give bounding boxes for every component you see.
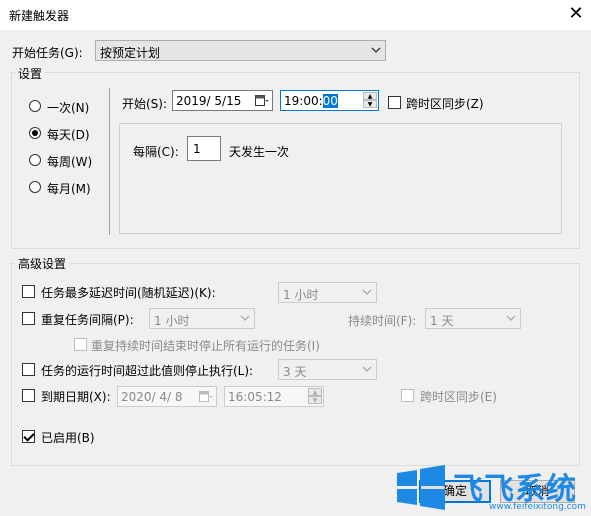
start-date-value: 2019/ 5/15 bbox=[176, 94, 242, 108]
recur-suffix: 天发生一次 bbox=[229, 145, 290, 159]
calendar-icon[interactable] bbox=[255, 94, 269, 107]
radio-weekly-label: 每周(W) bbox=[47, 155, 93, 169]
repeat-label: 重复任务间隔(P): bbox=[41, 313, 134, 327]
time-spinner[interactable]: ▲ ▼ bbox=[308, 388, 322, 405]
begin-task-value: 按预定计划 bbox=[100, 46, 161, 60]
start-label: 开始(S): bbox=[122, 97, 168, 111]
enabled-checkbox[interactable] bbox=[22, 430, 35, 443]
sync-timezone-checkbox[interactable] bbox=[388, 96, 401, 109]
close-icon[interactable]: ✕ bbox=[566, 4, 586, 24]
sync-timezone-label: 跨时区同步(Z) bbox=[406, 97, 484, 111]
radio-monthly-label: 每月(M) bbox=[47, 182, 91, 196]
radio-once-label: 一次(N) bbox=[47, 101, 90, 115]
stop-longer-label: 任务的运行时间超过此值则停止执行(L): bbox=[41, 364, 254, 378]
start-date-field[interactable]: 2019/ 5/15 bbox=[172, 90, 273, 111]
delay-label: 任务最多延迟时间(随机延迟)(K): bbox=[41, 286, 216, 300]
watermark: 飞飞系统 www.feifeixitong.com bbox=[393, 459, 591, 516]
start-time-selected: 00 bbox=[322, 94, 338, 108]
expire-sync-checkbox[interactable] bbox=[401, 389, 414, 402]
begin-task-select[interactable]: 按预定计划 bbox=[95, 40, 386, 61]
calendar-icon[interactable] bbox=[199, 390, 213, 403]
windows-logo-icon bbox=[397, 465, 445, 510]
spin-up-icon[interactable]: ▲ bbox=[308, 388, 322, 396]
stop-longer-value: 3 天 bbox=[283, 365, 307, 379]
expire-date-field[interactable]: 2020/ 4/ 8 bbox=[117, 386, 217, 407]
stop-longer-checkbox[interactable] bbox=[22, 363, 35, 376]
expire-time-field[interactable]: 16:05:12 ▲ ▼ bbox=[224, 386, 324, 407]
radio-weekly[interactable] bbox=[29, 154, 41, 166]
expire-label: 到期日期(X): bbox=[41, 390, 111, 404]
duration-select[interactable]: 1 天 bbox=[425, 308, 521, 329]
recur-days-value: 1 bbox=[193, 142, 201, 156]
settings-divider bbox=[109, 88, 110, 235]
recur-label: 每隔(C): bbox=[133, 145, 179, 159]
title-bar bbox=[0, 0, 591, 30]
begin-task-label: 开始任务(G): bbox=[12, 46, 83, 60]
enabled-label: 已启用(B) bbox=[41, 431, 95, 445]
repeat-select[interactable]: 1 小时 bbox=[149, 308, 255, 329]
stop-longer-select[interactable]: 3 天 bbox=[278, 359, 377, 380]
repeat-checkbox[interactable] bbox=[22, 312, 35, 325]
spin-down-icon[interactable]: ▼ bbox=[363, 100, 377, 108]
radio-daily[interactable] bbox=[29, 127, 41, 139]
chevron-down-icon bbox=[240, 315, 250, 321]
chevron-down-icon bbox=[362, 289, 372, 295]
stop-running-label: 重复持续时间结束时停止所有运行的任务(I) bbox=[91, 339, 320, 353]
chevron-down-icon bbox=[362, 366, 372, 372]
expire-date-value: 2020/ 4/ 8 bbox=[121, 390, 183, 404]
radio-daily-label: 每天(D) bbox=[47, 128, 90, 142]
chevron-down-icon bbox=[371, 47, 381, 53]
spin-down-icon[interactable]: ▼ bbox=[308, 396, 322, 404]
delay-select[interactable]: 1 小时 bbox=[278, 282, 377, 303]
stop-running-checkbox[interactable] bbox=[74, 338, 87, 351]
start-time-field[interactable]: 19:00:00 ▲ ▼ bbox=[280, 90, 379, 111]
expire-checkbox[interactable] bbox=[22, 389, 35, 402]
radio-monthly[interactable] bbox=[29, 181, 41, 193]
expire-time-value: 16:05:12 bbox=[228, 390, 282, 404]
window-title: 新建触发器 bbox=[9, 9, 70, 23]
delay-checkbox[interactable] bbox=[22, 285, 35, 298]
expire-sync-label: 跨时区同步(E) bbox=[420, 390, 497, 404]
chevron-down-icon bbox=[506, 315, 516, 321]
advanced-title: 高级设置 bbox=[15, 255, 70, 272]
repeat-value: 1 小时 bbox=[154, 314, 190, 328]
recur-days-input[interactable]: 1 bbox=[187, 136, 221, 161]
radio-once[interactable] bbox=[29, 100, 41, 112]
watermark-url: www.feifeixitong.com bbox=[489, 502, 586, 512]
duration-label: 持续时间(F): bbox=[348, 314, 417, 328]
delay-value: 1 小时 bbox=[283, 288, 319, 302]
settings-title: 设置 bbox=[15, 65, 46, 82]
start-time-value: 19:00: bbox=[284, 94, 323, 108]
duration-value: 1 天 bbox=[430, 314, 454, 328]
recur-panel bbox=[119, 123, 562, 234]
spin-up-icon[interactable]: ▲ bbox=[363, 92, 377, 100]
time-spinner[interactable]: ▲ ▼ bbox=[363, 92, 377, 109]
